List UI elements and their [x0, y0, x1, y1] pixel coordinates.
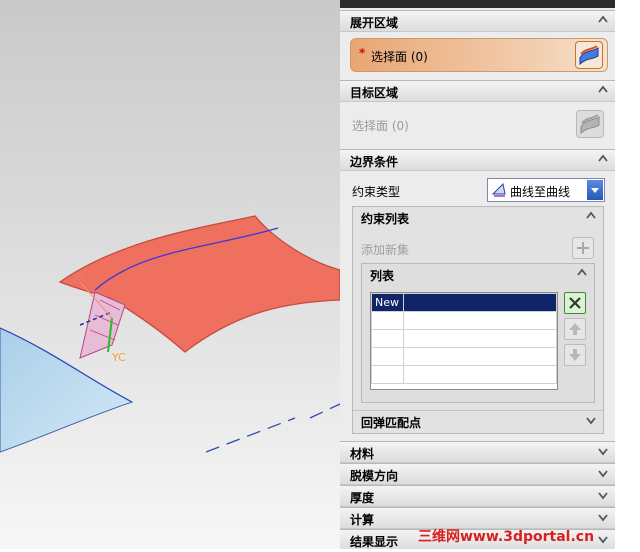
table-cell — [402, 293, 558, 312]
arrow-down-icon — [569, 349, 581, 361]
expand-region-select-face[interactable]: * 选择面 (0) — [350, 38, 608, 72]
table-row[interactable] — [371, 329, 558, 348]
target-region-select-label: 选择面 (0) — [352, 119, 409, 133]
dialog-panel: 展开区域 * 选择面 (0) 目标区域 选择面 (0) 边界条件 约束类型 曲线… — [340, 0, 615, 549]
table-cell — [402, 347, 558, 366]
dialog-titlebar — [340, 0, 615, 8]
chevron-down-icon[interactable] — [597, 445, 609, 457]
springback-title: 回弹匹配点 — [361, 416, 422, 430]
constraint-list-title: 约束列表 — [361, 212, 410, 226]
table-cell — [371, 365, 404, 384]
chevron-up-icon[interactable] — [585, 210, 597, 222]
add-new-set-button[interactable] — [572, 237, 594, 259]
table-row[interactable] — [371, 347, 558, 366]
chevron-down-icon[interactable] — [597, 467, 609, 479]
move-up-button[interactable] — [564, 318, 586, 340]
section-draw-direction-header[interactable]: 脱模方向 — [340, 463, 615, 485]
table-cell — [371, 347, 404, 366]
section-target-region-title: 目标区域 — [350, 86, 399, 100]
section-thickness-title: 厚度 — [350, 491, 375, 505]
section-thickness-header[interactable]: 厚度 — [340, 485, 615, 507]
chevron-down-icon[interactable] — [597, 533, 609, 545]
section-material-header[interactable]: 材料 — [340, 441, 615, 463]
panel-right-strip — [615, 0, 640, 549]
chevron-up-icon[interactable] — [597, 153, 609, 165]
add-new-set-label: 添加新集 — [361, 243, 410, 257]
required-asterisk: * — [359, 46, 366, 60]
expand-region-select-label: 选择面 (0) — [371, 50, 428, 64]
constraint-table: New — [371, 293, 558, 384]
constraint-type-select[interactable]: 曲线至曲线 — [487, 178, 605, 202]
constraint-type-label: 约束类型 — [352, 185, 401, 199]
section-compute-title: 计算 — [350, 513, 375, 527]
constraint-type-value: 曲线至曲线 — [510, 185, 571, 199]
chevron-up-icon[interactable] — [576, 267, 588, 279]
table-cell — [371, 329, 404, 348]
chevron-down-icon[interactable] — [597, 511, 609, 523]
arrow-up-icon — [569, 323, 581, 335]
move-down-button[interactable] — [564, 344, 586, 366]
chevron-up-icon[interactable] — [597, 14, 609, 26]
table-cell: New — [371, 293, 404, 312]
delete-button[interactable] — [564, 292, 586, 314]
list-title: 列表 — [370, 269, 395, 283]
chevron-down-icon[interactable] — [585, 414, 597, 426]
table-row[interactable]: New — [371, 293, 558, 312]
springback-header[interactable]: 回弹匹配点 — [353, 410, 603, 433]
table-row[interactable] — [371, 311, 558, 330]
viewport-canvas[interactable]: XC YC — [0, 0, 341, 549]
chevron-up-icon[interactable] — [597, 84, 609, 96]
section-expand-region-header[interactable]: 展开区域 — [340, 10, 615, 32]
table-cell — [402, 365, 558, 384]
list-header[interactable]: 列表 — [362, 264, 594, 286]
xc-label: XC — [73, 271, 88, 284]
section-expand-region-title: 展开区域 — [350, 16, 399, 30]
section-boundary-title: 边界条件 — [350, 155, 399, 169]
watermark-right: www.3dportal.cn — [460, 529, 595, 545]
constraint-table-wrap: New — [370, 292, 558, 390]
graphics-viewport[interactable]: XC YC — [0, 0, 341, 549]
table-cell — [402, 329, 558, 348]
yc-label: YC — [111, 351, 126, 364]
section-draw-direction-title: 脱模方向 — [350, 469, 399, 483]
section-material-title: 材料 — [350, 447, 375, 461]
list-group: 列表 New — [361, 263, 595, 403]
table-row[interactable] — [371, 365, 558, 384]
watermark-left: 三维网 — [418, 529, 460, 545]
constraint-list-header[interactable]: 约束列表 — [353, 207, 603, 229]
select-face-disabled-icon[interactable] — [576, 110, 604, 138]
watermark: 三维网www.3dportal.cn — [418, 526, 594, 546]
section-result-display-title: 结果显示 — [350, 535, 399, 549]
table-cell — [371, 311, 404, 330]
close-icon — [569, 297, 581, 309]
section-target-region-header[interactable]: 目标区域 — [340, 80, 615, 102]
constraint-list-group: 约束列表 添加新集 列表 New 回弹匹配点 — [352, 206, 604, 434]
section-boundary-header[interactable]: 边界条件 — [340, 149, 615, 171]
target-region-select-face[interactable]: 选择面 (0) — [350, 108, 608, 142]
curve-to-curve-icon — [491, 182, 506, 197]
select-face-icon[interactable] — [575, 41, 603, 69]
chevron-down-icon[interactable] — [597, 489, 609, 501]
dropdown-arrow-icon[interactable] — [587, 180, 603, 200]
table-cell — [402, 311, 558, 330]
